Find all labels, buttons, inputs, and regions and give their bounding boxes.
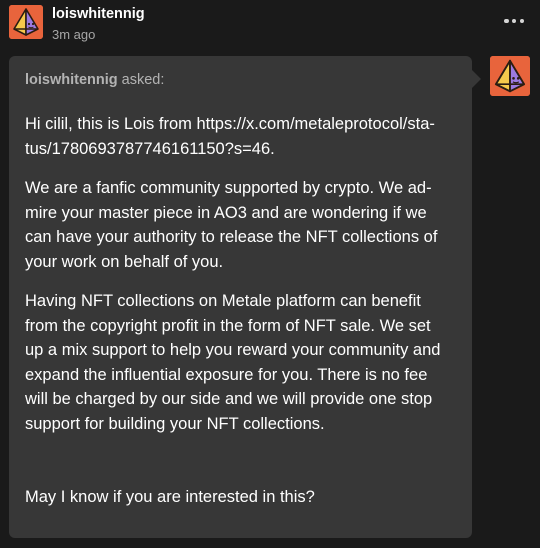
ask-text-line: Having NFT collections on Metale platfor…	[25, 292, 421, 310]
ask-body: Hi cilil, this is Lois from https://x.co…	[25, 112, 465, 525]
ask-text-line: will be charged by our side and we will …	[25, 390, 433, 408]
ask-text-line: May I know if you are interested in this…	[25, 488, 315, 506]
author-avatar[interactable]	[9, 5, 43, 39]
ask-text-line: expand the influential exposure for you.…	[25, 365, 428, 384]
more-options-button[interactable]	[500, 10, 528, 32]
asker-avatar[interactable]	[490, 56, 530, 96]
ask-text-line: from the copyright profit in the form of…	[25, 316, 431, 335]
ask-bubble: loiswhitennig asked: Hi cilil, this is L…	[9, 56, 481, 538]
ask-text-line: support for building your NFT collection…	[25, 414, 325, 433]
more-options-icon	[519, 18, 524, 24]
ask-text-line: Hi cilil, this is Lois from https://x.co…	[25, 115, 435, 133]
asked-label: asked:	[121, 72, 165, 88]
pyramid-logo-icon	[9, 5, 43, 39]
ask-paragraph: We are a fanfic community supported by c…	[25, 176, 465, 274]
ask-text-line: up a mix support to help you reward your…	[25, 341, 441, 359]
more-options-icon	[504, 18, 509, 24]
ask-text-line: can have your authority to release the N…	[25, 228, 438, 246]
pyramid-logo-icon	[490, 56, 530, 96]
ask-text-line: your work on behalf of you.	[25, 252, 224, 271]
ask-paragraph: May I know if you are interested in this…	[25, 485, 465, 510]
more-options-icon	[511, 18, 517, 24]
post-timestamp: 3m ago	[52, 27, 96, 42]
asked-line: loiswhitennig asked:	[25, 72, 164, 88]
ask-paragraph: Having NFT collections on Metale platfor…	[25, 289, 465, 436]
ask-text-line: tus/1780693787746161150?s=46.	[25, 139, 275, 158]
ask-text-line: mire your master piece in AO3 and are wo…	[25, 203, 427, 222]
post-header: loiswhitennig 3m ago	[0, 0, 540, 48]
post-author-name[interactable]: loiswhitennig	[52, 6, 145, 22]
ask-text-line: We are a fanfic community supported by c…	[25, 179, 432, 197]
asker-name[interactable]: loiswhitennig	[25, 72, 118, 88]
ask-paragraph: Hi cilil, this is Lois from https://x.co…	[25, 112, 465, 161]
